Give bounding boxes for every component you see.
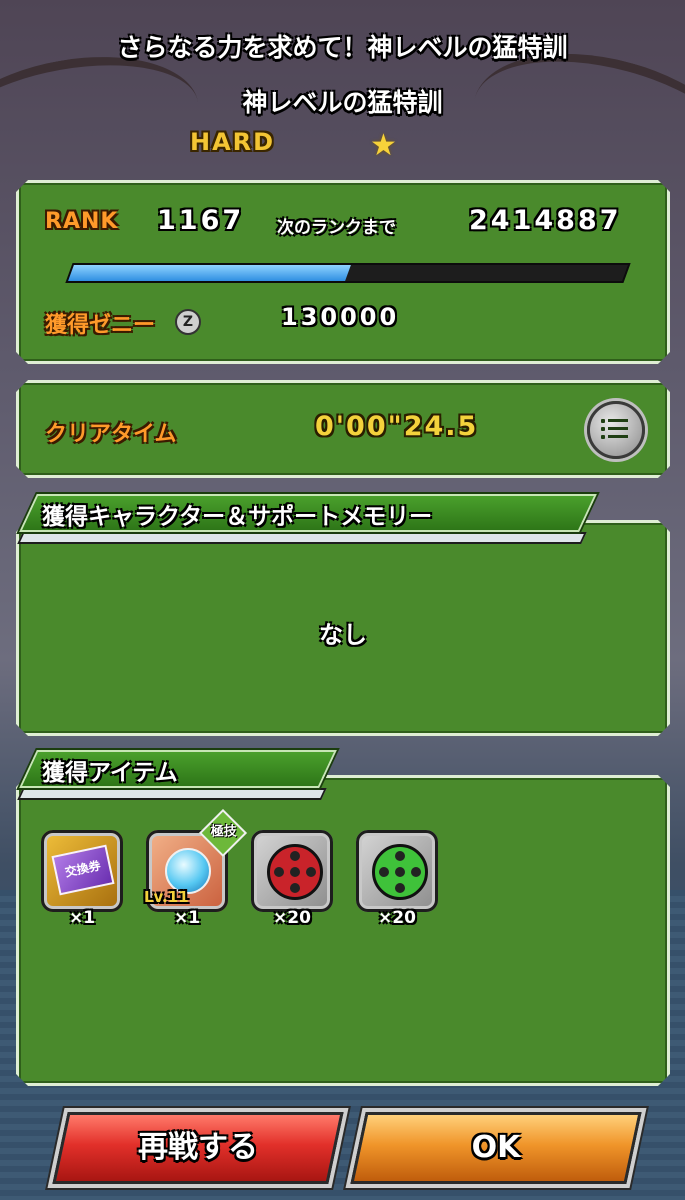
item-slot[interactable]: 交換券: [41, 830, 123, 912]
items-heading-banner: 獲得アイテム: [17, 750, 337, 800]
list-line: [608, 427, 628, 430]
list-dot: [601, 419, 605, 423]
rank-value: 1167: [157, 205, 245, 236]
item-qty: ×1: [173, 908, 201, 928]
item-level: Lv.11: [144, 888, 189, 906]
item-frame: [41, 830, 123, 912]
acquired-characters-panel: なし: [16, 520, 670, 736]
page-title: さらなる力を求めて！神レベルの猛特訓: [117, 33, 568, 62]
difficulty-label: HARD: [190, 128, 276, 156]
ok-button-label: OK: [471, 1130, 521, 1165]
item-qty: ×1: [68, 908, 96, 928]
ok-button[interactable]: OK: [350, 1112, 642, 1184]
kiwa-badge-text: 極技: [210, 824, 237, 840]
next-rank-label: 次のランクまで: [277, 218, 396, 238]
zeni-label: 獲得ゼニー: [45, 313, 156, 338]
banner-underline: [17, 532, 587, 544]
rank-panel: RANK 1167 次のランクまで 2414887 獲得ゼニー Z 130000: [16, 180, 670, 364]
no-characters-text: なし: [319, 621, 367, 649]
list-line: [608, 435, 628, 438]
items-heading: 獲得アイテム: [42, 760, 178, 786]
list-dot: [601, 435, 605, 439]
stage-name: 神レベルの猛特訓: [242, 88, 443, 117]
clear-time-panel: クリアタイム 0'00"24.5: [16, 380, 670, 478]
item-slot[interactable]: [251, 830, 333, 912]
characters-heading-banner: 獲得キャラクター＆サポートメモリー: [17, 494, 597, 544]
zeni-coin-icon: Z: [175, 309, 201, 335]
retry-button-label: 再戦する: [138, 1130, 258, 1165]
next-rank-value: 2414887: [469, 205, 622, 236]
item-qty: ×20: [378, 908, 416, 928]
list-line: [608, 419, 628, 422]
acquired-items-panel: 交換券 ×1 Lv.11 極技 ×1 ×20 ×20: [16, 775, 670, 1086]
zeni-value: 130000: [281, 303, 400, 331]
clear-time-value: 0'00"24.5: [315, 411, 479, 442]
banner-underline: [17, 788, 327, 800]
rank-label: RANK: [45, 209, 119, 234]
rank-progress-fill: [68, 265, 351, 281]
star-icon: ★: [370, 128, 397, 163]
characters-heading: 獲得キャラクター＆サポートメモリー: [42, 504, 433, 530]
rank-progress-bar: [65, 263, 630, 283]
item-frame: [356, 830, 438, 912]
clear-time-label: クリアタイム: [45, 422, 177, 447]
item-qty: ×20: [273, 908, 311, 928]
item-slot[interactable]: Lv.11 極技: [146, 830, 228, 912]
item-slot[interactable]: [356, 830, 438, 912]
retry-button[interactable]: 再戦する: [52, 1112, 344, 1184]
item-frame: [251, 830, 333, 912]
list-icon[interactable]: [587, 401, 645, 459]
list-dot: [601, 427, 605, 431]
